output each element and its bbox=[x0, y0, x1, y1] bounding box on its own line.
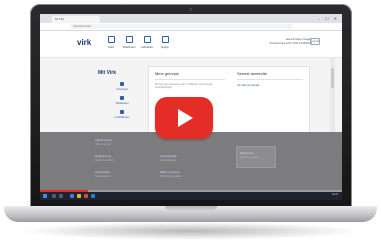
word-icon[interactable] bbox=[91, 194, 95, 198]
divider bbox=[155, 79, 225, 80]
nav-label: Indbakke bbox=[140, 45, 154, 49]
shortcuts-body: Du har ingen genveje endnu. Tilføj dine … bbox=[155, 83, 213, 89]
help-icon bbox=[161, 36, 169, 43]
permissions-icon bbox=[120, 96, 124, 100]
service-sub: Start virksomhed bbox=[95, 159, 114, 162]
mail-icon bbox=[143, 36, 151, 43]
sidebar-item-permissions[interactable]: Tilladelser bbox=[110, 96, 134, 105]
scrollbar-thumb[interactable] bbox=[331, 68, 334, 88]
dimmed-section: Indberetning Moms og skat Registrering S… bbox=[40, 132, 342, 192]
service-sub: Moms og skat bbox=[95, 143, 111, 146]
clock-time: 10:24 bbox=[331, 193, 338, 196]
browser-tab[interactable]: Mi Virk bbox=[52, 16, 100, 23]
chrome-icon[interactable] bbox=[84, 194, 88, 198]
video-play-button[interactable] bbox=[155, 97, 213, 139]
url-field[interactable]: virk.dk/mitvirk bbox=[70, 24, 293, 29]
site-header: virk Start Tilladelser Indbakke Hjælp He… bbox=[40, 31, 342, 58]
service-sub: Kontrol og regler bbox=[240, 156, 259, 159]
sidebar-item-overview[interactable]: Oversigt bbox=[110, 82, 134, 91]
edge-browser-icon[interactable] bbox=[70, 194, 74, 198]
nav-item-inbox[interactable]: Indbakke bbox=[139, 36, 155, 49]
service-link[interactable]: Registrering bbox=[95, 154, 111, 158]
nav-item-start[interactable]: Start bbox=[103, 36, 119, 49]
address-bar: virk.dk/mitvirk bbox=[40, 23, 342, 31]
service-link[interactable]: Ansættelse bbox=[95, 170, 110, 174]
virk-logo[interactable]: virk bbox=[77, 38, 91, 47]
sidebar-item-settings[interactable]: Indstillinger bbox=[110, 110, 134, 119]
sidebar-title: Mit Virk bbox=[98, 70, 116, 76]
nav-item-help[interactable]: Hjælp bbox=[157, 36, 173, 49]
service-sub: Udledning og affald bbox=[160, 175, 182, 178]
nav-label: Start bbox=[107, 45, 115, 49]
recent-link[interactable]: Se alle anvendte bbox=[237, 83, 259, 87]
user-info: Henrik Ravn Hagen Virksomhed A/S CVR 123… bbox=[269, 37, 312, 45]
os-taskbar: 10:24 bbox=[40, 192, 342, 200]
nav-item-permissions[interactable]: Tilladelser bbox=[121, 36, 137, 49]
service-sub: Arbejdstilsynet bbox=[160, 159, 177, 162]
webcam bbox=[189, 8, 192, 11]
company-info: Virksomhed A/S CVR 12345678 bbox=[269, 41, 312, 45]
recent-heading: Senest anvendte bbox=[237, 71, 268, 76]
laptop-notch bbox=[165, 206, 217, 211]
divider bbox=[237, 79, 303, 80]
grid-icon bbox=[125, 36, 133, 43]
logout-button[interactable]: Log ud bbox=[310, 38, 320, 45]
page-scrollbar[interactable] bbox=[330, 58, 335, 138]
sidebar-item-label: Oversigt bbox=[116, 87, 128, 91]
settings-icon bbox=[120, 110, 124, 114]
service-link[interactable]: Fødevarer bbox=[240, 151, 254, 155]
browser-tabstrip: Mi Virk – ☐ ✕ bbox=[40, 14, 342, 23]
overview-icon bbox=[120, 82, 124, 86]
service-link[interactable]: Miljø og energi bbox=[160, 170, 180, 174]
info-panel: Fødevarer Kontrol og regler bbox=[236, 146, 276, 168]
window-controls[interactable]: – ☐ ✕ bbox=[318, 16, 339, 21]
task-view-icon[interactable] bbox=[59, 194, 63, 198]
nav-label: Hjælp bbox=[161, 45, 169, 49]
system-tray-clock[interactable]: 10:24 bbox=[332, 193, 338, 196]
service-link[interactable]: Indberetning bbox=[95, 138, 112, 142]
service-sub: Medarbejdere bbox=[95, 175, 111, 178]
sidebar-item-label: Tilladelser bbox=[115, 101, 129, 105]
home-icon bbox=[107, 36, 115, 43]
folder-icon[interactable] bbox=[77, 194, 81, 198]
search-icon[interactable] bbox=[52, 194, 56, 198]
service-link[interactable]: Arbejdsmiljø bbox=[160, 154, 177, 158]
shortcuts-heading: Mine genveje bbox=[155, 71, 179, 76]
laptop-shadow bbox=[18, 222, 363, 240]
start-icon[interactable] bbox=[43, 194, 47, 198]
play-icon bbox=[178, 109, 193, 127]
sidebar-item-label: Indstillinger bbox=[114, 115, 130, 119]
nav-label: Tilladelser bbox=[122, 45, 136, 49]
